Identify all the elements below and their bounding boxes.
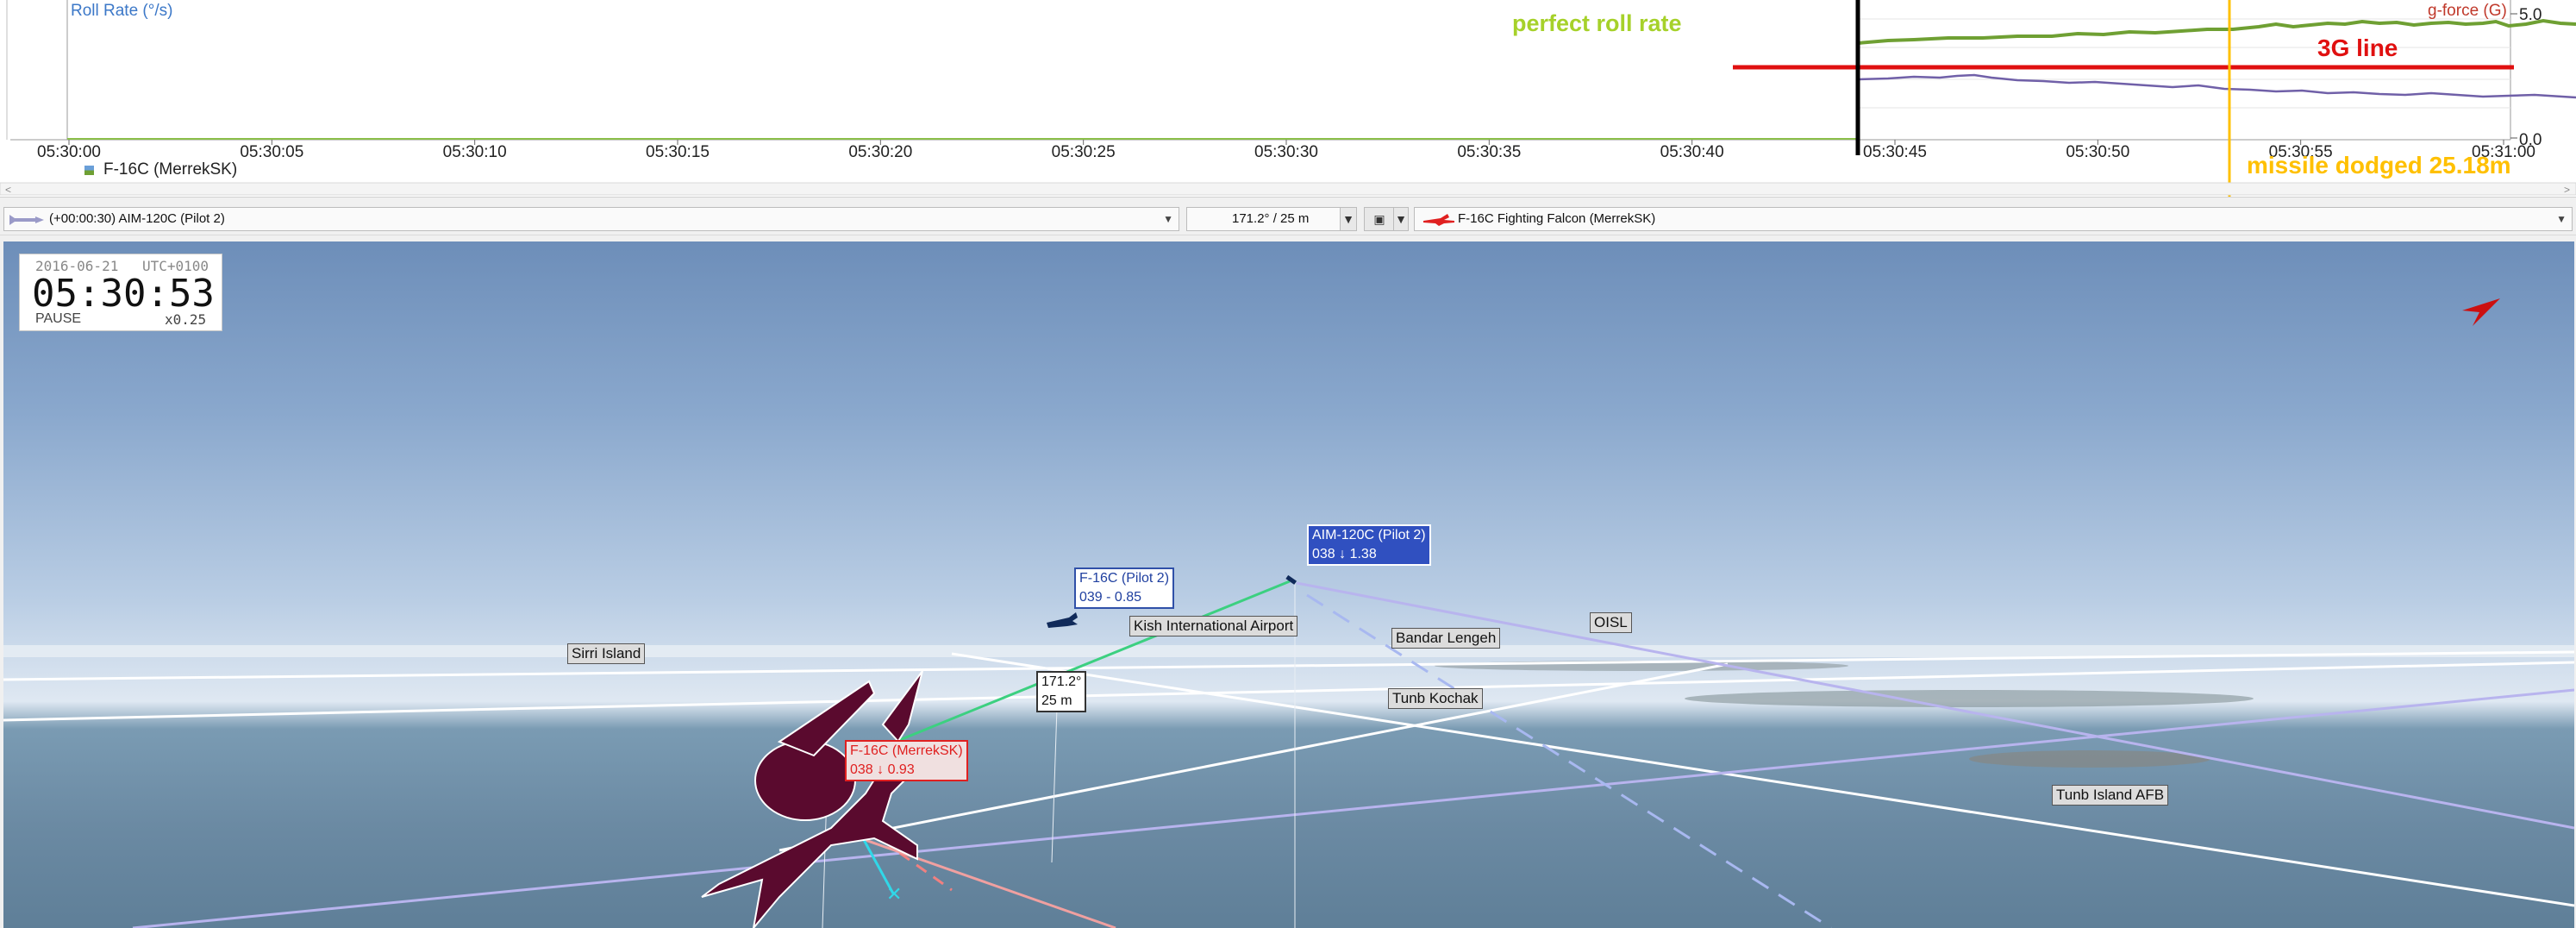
x-tick-label: 05:30:20 xyxy=(848,143,912,161)
x-tick-label: 05:30:25 xyxy=(1052,143,1116,161)
aircraft-label: F-16C Fighting Falcon (MerrekSK) xyxy=(1458,211,1656,226)
annotation-perfect-roll-rate: perfect roll rate xyxy=(1512,10,1682,36)
island-shape xyxy=(1685,690,2254,707)
label-aim120c-info: 038 ↓ 1.38 xyxy=(1312,547,1377,561)
velocity-marker-icon: ✕ xyxy=(886,884,902,906)
playback-clock: 2016-06-21 UTC+0100 05:30:53 PAUSE x0.25 xyxy=(19,254,222,331)
scroll-right-arrow[interactable]: > xyxy=(2564,184,2570,196)
x-tick-label: 05:30:10 xyxy=(443,143,507,161)
tracked-object-label: (+00:00:30) AIM-120C (Pilot 2) xyxy=(49,211,225,226)
bearing-distance-label: 171.2° 25 m xyxy=(1036,671,1087,712)
bearing-angle: 171.2° xyxy=(1041,674,1082,689)
distance-selector[interactable]: 171.2° / 25 m xyxy=(1186,207,1355,231)
legend-swatch xyxy=(84,166,94,175)
3d-view[interactable]: ✕ 2016-06-21 UTC+0100 05:30:53 PAUSE x0.… xyxy=(3,241,2574,928)
scroll-left-arrow[interactable]: < xyxy=(5,184,11,196)
missile-icon xyxy=(9,215,44,225)
label-f16c-merreksk-name: F-16C (MerrekSK) xyxy=(850,743,963,758)
map-label-tunb-kochak: Tunb Kochak xyxy=(1388,688,1483,709)
aircraft-pilot2-icon[interactable] xyxy=(1047,612,1078,628)
left-axis-title: Roll Rate (°/s) xyxy=(71,2,173,20)
map-label-oisl: OISL xyxy=(1590,612,1632,633)
right-tick-label: 5.0 xyxy=(2519,6,2542,24)
x-tick-label: 05:30:05 xyxy=(240,143,303,161)
label-f16c-pilot2-name: F-16C (Pilot 2) xyxy=(1079,571,1170,586)
chart-scrollbar[interactable] xyxy=(0,182,2576,196)
x-tick-label: 05:30:45 xyxy=(1863,143,1927,161)
chevron-down-icon: ▼ xyxy=(1163,213,1173,225)
x-tick-label: 05:30:35 xyxy=(1457,143,1521,161)
missile-dashed-track xyxy=(1306,593,1832,928)
object-selector-toolbar: (+00:00:30) AIM-120C (Pilot 2) ▼ 171.2° … xyxy=(0,205,2576,235)
3d-scene: ✕ xyxy=(3,298,2574,928)
right-tick-label: 0.0 xyxy=(2519,131,2542,149)
chart-canvas: 05:30:00 05:30:05 05:30:10 05:30:15 05:30:20… xyxy=(0,0,2576,197)
distance-label: 171.2° / 25 m xyxy=(1232,211,1310,226)
label-aim120c-name: AIM-120C (Pilot 2) xyxy=(1312,528,1426,542)
telemetry-chart[interactable]: 05:30:00 05:30:05 05:30:10 05:30:15 05:30:20… xyxy=(0,0,2576,198)
label-f16c-pilot2-info: 039 - 0.85 xyxy=(1079,590,1142,605)
x-tick-label: 05:30:30 xyxy=(1254,143,1318,161)
legend-label: F-16C (MerrekSK) xyxy=(103,160,238,179)
camera-dropdown-button[interactable]: ▼ xyxy=(1393,207,1409,231)
compass-arrow-icon xyxy=(2462,298,2500,326)
clock-state: PAUSE xyxy=(35,311,82,326)
map-label-bandar-lengeh: Bandar Lengeh xyxy=(1391,628,1501,649)
player-red-line xyxy=(830,826,1116,928)
tracked-object-selector[interactable]: (+00:00:30) AIM-120C (Pilot 2) ▼ xyxy=(3,207,1179,231)
ground-grid-lines xyxy=(3,650,2574,907)
label-f16c-merreksk[interactable]: F-16C (MerrekSK) 038 ↓ 0.93 xyxy=(845,740,968,781)
bearing-distance: 25 m xyxy=(1041,693,1072,708)
aircraft-selector[interactable]: F-16C Fighting Falcon (MerrekSK) ▼ xyxy=(1414,207,2573,231)
annotation-3g-line: 3G line xyxy=(2317,34,2398,61)
x-tick-label: 05:30:40 xyxy=(1660,143,1724,161)
annotation-missile-dodged: missile dodged 25.18m xyxy=(2247,152,2511,179)
right-axis-title: g-force (G) xyxy=(2428,2,2507,20)
x-axis-ticks: 05:30:00 05:30:05 05:30:10 05:30:15 05:30:20… xyxy=(37,140,2535,161)
label-aim120c-pilot2[interactable]: AIM-120C (Pilot 2) 038 ↓ 1.38 xyxy=(1307,524,1431,566)
x-tick-label: 05:30:50 xyxy=(2066,143,2129,161)
gforce-series-green xyxy=(1857,18,2576,45)
map-label-sirri-island: Sirri Island xyxy=(567,643,646,664)
chevron-down-icon: ▼ xyxy=(2556,213,2567,225)
gforce-series-purple xyxy=(1857,73,2576,99)
aircraft-icon xyxy=(1423,214,1454,226)
label-f16c-pilot2[interactable]: F-16C (Pilot 2) 039 - 0.85 xyxy=(1074,567,1175,609)
clock-time: 05:30:53 xyxy=(32,272,215,316)
map-label-kish-airport: Kish International Airport xyxy=(1129,616,1298,636)
camera-icon[interactable]: ▣ xyxy=(1364,207,1395,231)
x-tick-label: 05:30:15 xyxy=(646,143,710,161)
missile-trail-lines xyxy=(132,581,2574,928)
map-label-tunb-island-afb: Tunb Island AFB xyxy=(2052,785,2169,806)
label-f16c-merreksk-info: 038 ↓ 0.93 xyxy=(850,762,915,777)
x-tick-label: 05:30:00 xyxy=(37,143,101,161)
distance-dropdown-button[interactable]: ▼ xyxy=(1340,207,1357,231)
island-shape xyxy=(1969,750,2210,768)
clock-speed: x0.25 xyxy=(165,311,207,328)
